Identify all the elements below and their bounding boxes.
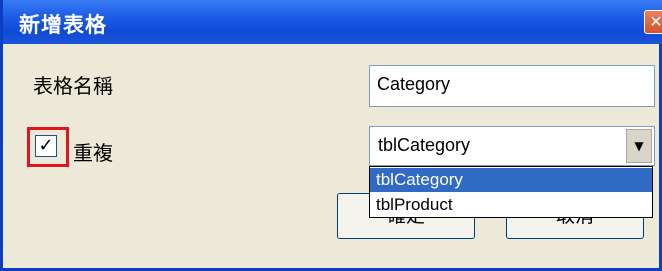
chevron-down-icon[interactable]: ▼ <box>626 129 652 163</box>
dropdown-option-tblproduct[interactable]: tblProduct <box>370 193 652 217</box>
table-select[interactable]: tblCategory ▼ <box>369 126 655 166</box>
title-bar[interactable]: 新增表格 ✕ <box>3 0 662 44</box>
close-icon[interactable]: ✕ <box>644 10 662 34</box>
add-table-dialog: 新增表格 ✕ 表格名稱 Category ✓ 重複 tblCategory ▼ … <box>0 0 662 271</box>
table-name-label: 表格名稱 <box>33 74 113 98</box>
table-name-input[interactable]: Category <box>369 65 655 107</box>
dialog-title: 新增表格 <box>19 13 107 37</box>
dropdown-option-tblcategory[interactable]: tblCategory <box>370 168 652 192</box>
table-dropdown-list: tblCategory tblProduct <box>369 166 653 218</box>
table-select-value: tblCategory <box>378 135 471 155</box>
repeat-checkbox[interactable]: ✓ <box>35 135 57 157</box>
repeat-label: 重複 <box>73 141 113 165</box>
